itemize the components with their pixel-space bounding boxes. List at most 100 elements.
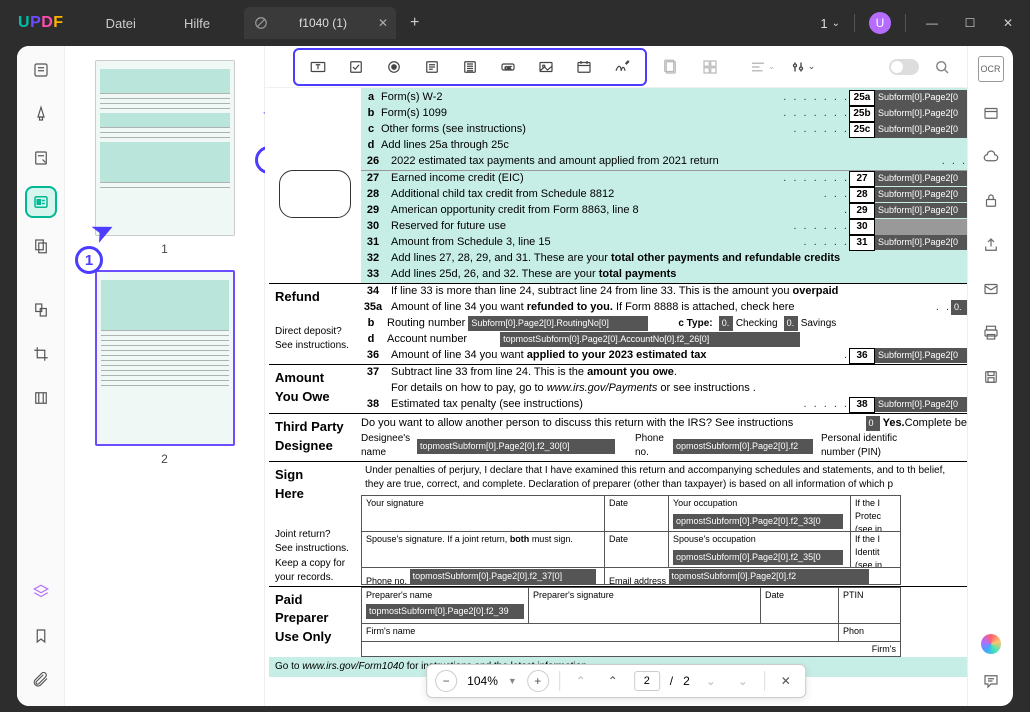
window-maximize-button[interactable]: ☐: [958, 11, 982, 35]
clipboard-tool[interactable]: [653, 53, 687, 81]
field-spouse-occupation[interactable]: opmostSubform[0].Page2[0].f2_35[0: [673, 550, 843, 565]
box-31: 31: [849, 235, 875, 251]
form-mode-icon[interactable]: [25, 186, 57, 218]
field-account[interactable]: topmostSubform[0].Page2[0].AccountNo[0].…: [500, 332, 800, 347]
box-25c: 25c: [849, 122, 875, 138]
page-first-button[interactable]: ⌃: [570, 670, 592, 692]
field-36[interactable]: Subform[0].Page2[0: [875, 348, 967, 363]
page-last-button[interactable]: ⌄: [732, 670, 754, 692]
app-logo: UPDF: [0, 14, 82, 32]
cloud-icon[interactable]: [978, 144, 1004, 170]
layers-icon[interactable]: [25, 576, 57, 608]
zoom-in-button[interactable]: +: [527, 670, 549, 692]
left-sidebar: [17, 46, 65, 706]
section-third-party: Third PartyDesignee: [269, 414, 361, 461]
window-close-button[interactable]: ✕: [996, 11, 1020, 35]
share-icon[interactable]: [978, 232, 1004, 258]
field-preparer-name[interactable]: topmostSubform[0].Page2[0].f2_39: [366, 604, 524, 619]
save-icon[interactable]: [978, 364, 1004, 390]
right-sidebar: OCR: [967, 46, 1013, 706]
field-28[interactable]: Subform[0].Page2[0: [875, 187, 967, 202]
page-prev-button[interactable]: ⌃: [602, 670, 624, 692]
field-25b[interactable]: Subform[0].Page2[0: [875, 106, 967, 121]
box-27: 27: [849, 171, 875, 187]
menu-file[interactable]: Datei: [82, 16, 160, 31]
section-sign-here: SignHere Joint return? See instructions.…: [269, 462, 361, 586]
box-29: 29: [849, 203, 875, 219]
convert-icon[interactable]: [25, 294, 57, 326]
print-icon[interactable]: [978, 320, 1004, 346]
protect-icon[interactable]: [978, 188, 1004, 214]
crop-icon[interactable]: [25, 338, 57, 370]
field-25a[interactable]: Subform[0].Page2[0: [875, 90, 967, 105]
menu-help[interactable]: Hilfe: [160, 16, 234, 31]
ocr-icon[interactable]: OCR: [978, 56, 1004, 82]
tab-close-icon[interactable]: ✕: [378, 16, 388, 30]
search-icon[interactable]: [925, 53, 959, 81]
field-your-occupation[interactable]: opmostSubform[0].Page2[0].f2_33[0: [673, 514, 843, 529]
listbox-tool[interactable]: [453, 53, 487, 81]
field-38[interactable]: Subform[0].Page2[0: [875, 397, 967, 412]
workspace: 1 2 1 ➤ 2 ➤: [17, 46, 1013, 706]
page-close-button[interactable]: ✕: [775, 670, 797, 692]
tab-add-button[interactable]: +: [410, 14, 419, 32]
field-tpd-yes[interactable]: 0: [866, 416, 880, 431]
comments-icon[interactable]: [978, 668, 1004, 694]
titlebar: UPDF Datei Hilfe f1040 (1) ✕ + 1 ⌄ U — ☐…: [0, 0, 1030, 46]
field-designee-name[interactable]: topmostSubform[0].Page2[0].f2_30[0]: [417, 439, 615, 454]
page-total: 2: [683, 674, 690, 688]
field-routing[interactable]: Subform[0].Page2[0].RoutingNo[0]: [468, 316, 648, 331]
section-amount-owe: AmountYou Owe: [269, 365, 361, 413]
attachment-icon[interactable]: [25, 664, 57, 696]
document-viewport[interactable]: aForm(s) W-2 . . . . . . . 25aSubform[0]…: [265, 88, 967, 706]
bookmark-icon[interactable]: [25, 620, 57, 652]
document-tab[interactable]: f1040 (1) ✕: [244, 7, 396, 39]
radio-tool[interactable]: [377, 53, 411, 81]
field-phone[interactable]: topmostSubform[0].Page2[0].f2_37[0]: [410, 569, 596, 584]
reader-mode-icon[interactable]: [25, 54, 57, 86]
zoom-out-button[interactable]: −: [435, 670, 457, 692]
field-31[interactable]: Subform[0].Page2[0: [875, 235, 967, 250]
date-field-tool[interactable]: [567, 53, 601, 81]
box-25b: 25b: [849, 106, 875, 122]
page-thumbnail-2[interactable]: [95, 270, 235, 446]
organize-pages-icon[interactable]: [25, 230, 57, 262]
field-type-savings[interactable]: 0.: [784, 316, 798, 331]
user-avatar[interactable]: U: [869, 12, 891, 34]
page-next-button[interactable]: ⌄: [700, 670, 722, 692]
signature-tool[interactable]: [605, 53, 639, 81]
align-tool[interactable]: ⌄: [745, 53, 779, 81]
dropdown-tool[interactable]: [415, 53, 449, 81]
image-field-tool[interactable]: [529, 53, 563, 81]
section-refund: Refund Direct deposit? See instructions.: [269, 284, 361, 364]
field-27[interactable]: Subform[0].Page2[0: [875, 171, 967, 186]
highlight-toggle[interactable]: [889, 59, 919, 75]
thumbnail-label-1: 1: [161, 242, 168, 256]
mail-icon[interactable]: [978, 276, 1004, 302]
field-email[interactable]: topmostSubform[0].Page2[0].f2: [669, 569, 869, 584]
compress-icon[interactable]: [25, 382, 57, 414]
box-38: 38: [849, 397, 875, 413]
annotate-icon[interactable]: [25, 98, 57, 130]
edit-text-icon[interactable]: [25, 142, 57, 174]
account-dropdown[interactable]: 1 ⌄: [820, 16, 840, 31]
box-30: 30: [849, 219, 875, 235]
page-current-input[interactable]: [634, 671, 660, 691]
window-minimize-button[interactable]: —: [920, 11, 944, 35]
field-designee-phone[interactable]: opmostSubform[0].Page2[0].f2: [673, 439, 813, 454]
blocked-icon: [254, 16, 268, 30]
button-tool[interactable]: OK: [491, 53, 525, 81]
page-thumbnail-1[interactable]: [95, 60, 235, 236]
field-35a-check[interactable]: 0.: [951, 300, 967, 315]
text-field-tool[interactable]: [301, 53, 335, 81]
field-29[interactable]: Subform[0].Page2[0: [875, 203, 967, 218]
field-type-checking[interactable]: 0.: [719, 316, 733, 331]
ai-assistant-icon[interactable]: [981, 634, 1001, 654]
svg-text:OK: OK: [505, 65, 512, 70]
checkbox-tool[interactable]: [339, 53, 373, 81]
calendar-icon[interactable]: [978, 100, 1004, 126]
settings-tool[interactable]: ⌄: [785, 53, 819, 81]
field-25c[interactable]: Subform[0].Page2[0: [875, 122, 967, 137]
grid-tool[interactable]: [693, 53, 727, 81]
thumbnail-label-2: 2: [161, 452, 168, 466]
